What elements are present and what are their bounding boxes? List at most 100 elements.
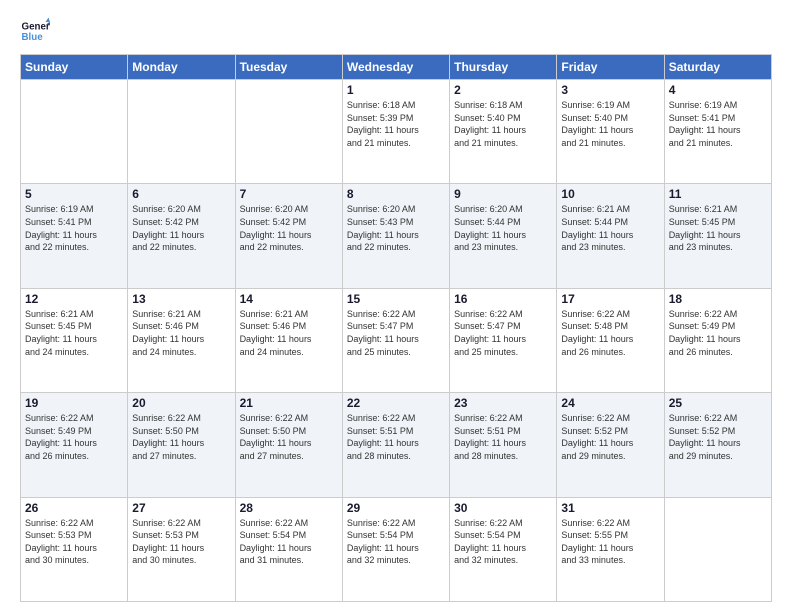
calendar-cell: 30 Sunrise: 6:22 AM Sunset: 5:54 PM Dayli… xyxy=(450,497,557,601)
calendar-cell: 18 Sunrise: 6:22 AM Sunset: 5:49 PM Dayli… xyxy=(664,288,771,392)
day-number: 30 xyxy=(454,501,552,515)
day-number: 16 xyxy=(454,292,552,306)
day-number: 6 xyxy=(132,187,230,201)
page: General Blue SundayMondayTuesdayWednesda… xyxy=(0,0,792,612)
day-number: 17 xyxy=(561,292,659,306)
day-info: Sunrise: 6:22 AM Sunset: 5:54 PM Dayligh… xyxy=(347,517,445,567)
day-number: 18 xyxy=(669,292,767,306)
calendar-cell: 13 Sunrise: 6:21 AM Sunset: 5:46 PM Dayli… xyxy=(128,288,235,392)
calendar-cell: 12 Sunrise: 6:21 AM Sunset: 5:45 PM Dayli… xyxy=(21,288,128,392)
day-number: 11 xyxy=(669,187,767,201)
day-number: 24 xyxy=(561,396,659,410)
day-info: Sunrise: 6:19 AM Sunset: 5:40 PM Dayligh… xyxy=(561,99,659,149)
day-info: Sunrise: 6:18 AM Sunset: 5:39 PM Dayligh… xyxy=(347,99,445,149)
day-number: 13 xyxy=(132,292,230,306)
calendar-cell: 20 Sunrise: 6:22 AM Sunset: 5:50 PM Dayli… xyxy=(128,393,235,497)
day-number: 27 xyxy=(132,501,230,515)
day-number: 10 xyxy=(561,187,659,201)
calendar-cell: 19Sunrise: 6:22 AM Sunset: 5:49 PM Dayli… xyxy=(21,393,128,497)
day-info: Sunrise: 6:22 AM Sunset: 5:52 PM Dayligh… xyxy=(669,412,767,462)
day-info: Sunrise: 6:22 AM Sunset: 5:55 PM Dayligh… xyxy=(561,517,659,567)
header: General Blue xyxy=(20,16,772,46)
logo: General Blue xyxy=(20,16,54,46)
day-info: Sunrise: 6:22 AM Sunset: 5:54 PM Dayligh… xyxy=(240,517,338,567)
calendar-cell: 26Sunrise: 6:22 AM Sunset: 5:53 PM Dayli… xyxy=(21,497,128,601)
day-info: Sunrise: 6:22 AM Sunset: 5:49 PM Dayligh… xyxy=(669,308,767,358)
calendar-cell: 27Sunrise: 6:22 AM Sunset: 5:53 PM Dayli… xyxy=(128,497,235,601)
day-number: 14 xyxy=(240,292,338,306)
calendar-cell: 15Sunrise: 6:22 AM Sunset: 5:47 PM Dayli… xyxy=(342,288,449,392)
calendar-cell xyxy=(21,80,128,184)
day-number: 22 xyxy=(347,396,445,410)
day-info: Sunrise: 6:22 AM Sunset: 5:51 PM Dayligh… xyxy=(454,412,552,462)
day-number: 20 xyxy=(132,396,230,410)
calendar-cell: 11 Sunrise: 6:21 AM Sunset: 5:45 PM Dayli… xyxy=(664,184,771,288)
calendar-cell: 4Sunrise: 6:19 AM Sunset: 5:41 PM Daylig… xyxy=(664,80,771,184)
day-number: 3 xyxy=(561,83,659,97)
day-info: Sunrise: 6:18 AM Sunset: 5:40 PM Dayligh… xyxy=(454,99,552,149)
day-number: 28 xyxy=(240,501,338,515)
day-info: Sunrise: 6:22 AM Sunset: 5:54 PM Dayligh… xyxy=(454,517,552,567)
day-info: Sunrise: 6:22 AM Sunset: 5:47 PM Dayligh… xyxy=(454,308,552,358)
day-info: Sunrise: 6:21 AM Sunset: 5:46 PM Dayligh… xyxy=(132,308,230,358)
weekday-header-saturday: Saturday xyxy=(664,55,771,80)
day-number: 21 xyxy=(240,396,338,410)
day-number: 29 xyxy=(347,501,445,515)
day-number: 25 xyxy=(669,396,767,410)
day-info: Sunrise: 6:21 AM Sunset: 5:46 PM Dayligh… xyxy=(240,308,338,358)
calendar-week-row: 5Sunrise: 6:19 AM Sunset: 5:41 PM Daylig… xyxy=(21,184,772,288)
weekday-header-wednesday: Wednesday xyxy=(342,55,449,80)
calendar-cell: 28 Sunrise: 6:22 AM Sunset: 5:54 PM Dayli… xyxy=(235,497,342,601)
calendar-cell xyxy=(128,80,235,184)
day-info: Sunrise: 6:22 AM Sunset: 5:52 PM Dayligh… xyxy=(561,412,659,462)
day-number: 23 xyxy=(454,396,552,410)
calendar-cell: 5Sunrise: 6:19 AM Sunset: 5:41 PM Daylig… xyxy=(21,184,128,288)
calendar-cell xyxy=(235,80,342,184)
calendar-cell: 2 Sunrise: 6:18 AM Sunset: 5:40 PM Daylig… xyxy=(450,80,557,184)
weekday-header-sunday: Sunday xyxy=(21,55,128,80)
day-number: 12 xyxy=(25,292,123,306)
calendar-week-row: 19Sunrise: 6:22 AM Sunset: 5:49 PM Dayli… xyxy=(21,393,772,497)
day-info: Sunrise: 6:21 AM Sunset: 5:44 PM Dayligh… xyxy=(561,203,659,253)
day-number: 9 xyxy=(454,187,552,201)
weekday-header-tuesday: Tuesday xyxy=(235,55,342,80)
weekday-header-friday: Friday xyxy=(557,55,664,80)
day-number: 26 xyxy=(25,501,123,515)
calendar-cell: 3 Sunrise: 6:19 AM Sunset: 5:40 PM Daylig… xyxy=(557,80,664,184)
calendar-week-row: 26Sunrise: 6:22 AM Sunset: 5:53 PM Dayli… xyxy=(21,497,772,601)
day-number: 2 xyxy=(454,83,552,97)
calendar-cell: 9 Sunrise: 6:20 AM Sunset: 5:44 PM Daylig… xyxy=(450,184,557,288)
calendar-cell: 1 Sunrise: 6:18 AM Sunset: 5:39 PM Daylig… xyxy=(342,80,449,184)
day-number: 19 xyxy=(25,396,123,410)
day-number: 7 xyxy=(240,187,338,201)
generalblue-logo-icon: General Blue xyxy=(20,16,50,46)
calendar-cell: 24 Sunrise: 6:22 AM Sunset: 5:52 PM Dayli… xyxy=(557,393,664,497)
calendar-cell: 22 Sunrise: 6:22 AM Sunset: 5:51 PM Dayli… xyxy=(342,393,449,497)
calendar-cell: 14 Sunrise: 6:21 AM Sunset: 5:46 PM Dayli… xyxy=(235,288,342,392)
day-number: 1 xyxy=(347,83,445,97)
calendar-cell: 21 Sunrise: 6:22 AM Sunset: 5:50 PM Dayli… xyxy=(235,393,342,497)
svg-text:Blue: Blue xyxy=(22,32,44,43)
day-number: 31 xyxy=(561,501,659,515)
calendar-cell: 17 Sunrise: 6:22 AM Sunset: 5:48 PM Dayli… xyxy=(557,288,664,392)
calendar-week-row: 1 Sunrise: 6:18 AM Sunset: 5:39 PM Daylig… xyxy=(21,80,772,184)
calendar-week-row: 12 Sunrise: 6:21 AM Sunset: 5:45 PM Dayli… xyxy=(21,288,772,392)
day-info: Sunrise: 6:22 AM Sunset: 5:50 PM Dayligh… xyxy=(132,412,230,462)
weekday-header-thursday: Thursday xyxy=(450,55,557,80)
calendar-cell xyxy=(664,497,771,601)
day-info: Sunrise: 6:22 AM Sunset: 5:48 PM Dayligh… xyxy=(561,308,659,358)
calendar-table: SundayMondayTuesdayWednesdayThursdayFrid… xyxy=(20,54,772,602)
day-info: Sunrise: 6:22 AM Sunset: 5:50 PM Dayligh… xyxy=(240,412,338,462)
day-info: Sunrise: 6:20 AM Sunset: 5:42 PM Dayligh… xyxy=(240,203,338,253)
day-info: Sunrise: 6:21 AM Sunset: 5:45 PM Dayligh… xyxy=(669,203,767,253)
calendar-cell: 31 Sunrise: 6:22 AM Sunset: 5:55 PM Dayli… xyxy=(557,497,664,601)
day-info: Sunrise: 6:20 AM Sunset: 5:42 PM Dayligh… xyxy=(132,203,230,253)
day-info: Sunrise: 6:20 AM Sunset: 5:43 PM Dayligh… xyxy=(347,203,445,253)
calendar-cell: 29 Sunrise: 6:22 AM Sunset: 5:54 PM Dayli… xyxy=(342,497,449,601)
calendar-cell: 23 Sunrise: 6:22 AM Sunset: 5:51 PM Dayli… xyxy=(450,393,557,497)
day-info: Sunrise: 6:20 AM Sunset: 5:44 PM Dayligh… xyxy=(454,203,552,253)
day-info: Sunrise: 6:19 AM Sunset: 5:41 PM Dayligh… xyxy=(669,99,767,149)
calendar-cell: 7 Sunrise: 6:20 AM Sunset: 5:42 PM Daylig… xyxy=(235,184,342,288)
day-info: Sunrise: 6:22 AM Sunset: 5:51 PM Dayligh… xyxy=(347,412,445,462)
day-info: Sunrise: 6:21 AM Sunset: 5:45 PM Dayligh… xyxy=(25,308,123,358)
